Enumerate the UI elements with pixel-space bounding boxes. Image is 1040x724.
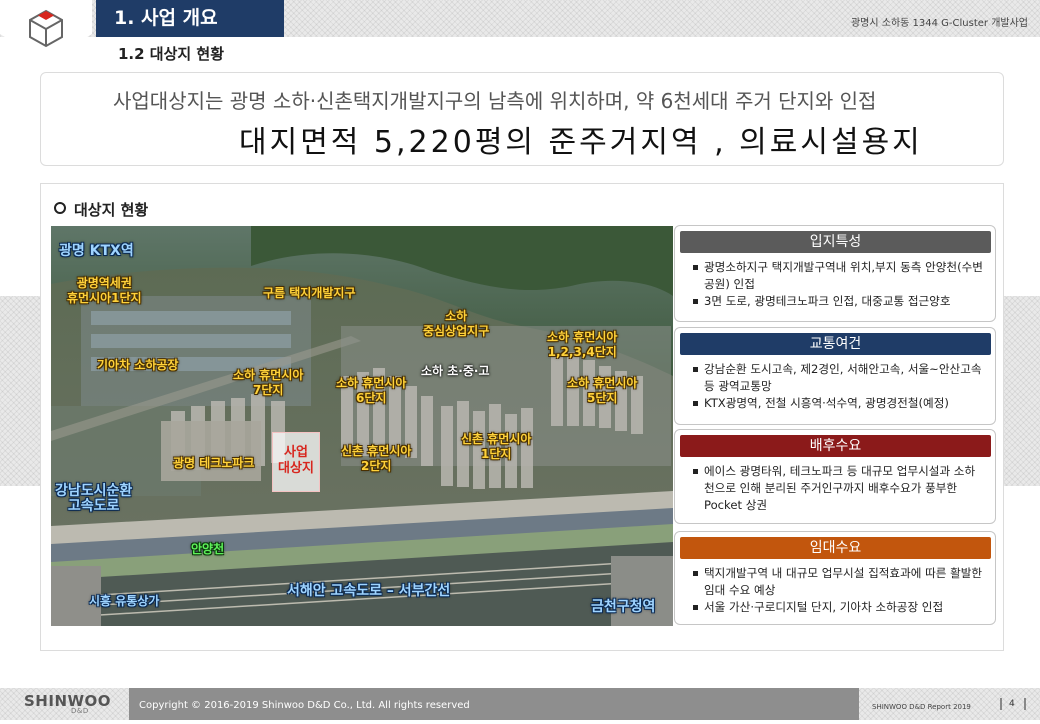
label-soha-center: 소하 중심상업지구 (423, 309, 489, 339)
panel-title: 대상지 현황 (54, 199, 148, 220)
label-west-coast-expressway: 서해안 고속도로 – 서부간선 (287, 583, 451, 599)
section-title: 1. 사업 개요 (96, 0, 284, 37)
label-line: 5단지 (586, 391, 618, 405)
summary-box: 사업대상지는 광명 소하·신촌택지개발지구의 남측에 위치하며, 약 6천세대 … (40, 72, 1004, 166)
label-line: 휴먼시아1단지 (67, 291, 142, 305)
label-schools: 소하 초·중·고 (421, 364, 490, 378)
label-soha-6: 소하 휴먼시아 6단지 (336, 376, 406, 406)
label-kia-plant: 기아차 소하공장 (97, 358, 179, 372)
label-line: 신촌 휴먼시아 (341, 444, 412, 458)
aerial-photo-illustration (51, 226, 673, 626)
site-label-line: 대상지 (278, 461, 314, 476)
card-list: 택지개발구역 내 대규모 업무시설 집적효과에 따른 활발한 임대 수요 예상 … (675, 565, 995, 616)
label-soha-5: 소하 휴먼시아 5단지 (567, 376, 637, 406)
report-name: SHINWOO D&D Report 2019 (872, 703, 971, 711)
list-item: 3면 도로, 광명테크노파크 인접, 대중교통 접근양호 (693, 293, 985, 310)
card-list: 에이스 광명타워, 테크노파크 등 대규모 업무시설과 소하천으로 인해 분리된… (675, 463, 995, 514)
label-anyang-stream: 안양천 (191, 542, 225, 556)
cube-logo-icon (29, 9, 63, 48)
label-line: 신촌 휴먼시아 (461, 432, 532, 446)
footer-logo: SHINWOO D&D (24, 692, 112, 715)
card-header: 입지특성 (680, 231, 991, 253)
circle-bullet-icon (54, 202, 66, 214)
label-line: 소하 휴먼시아 (233, 368, 304, 382)
page-number: 4 (1009, 699, 1015, 709)
list-item: KTX광명역, 전철 시흥역·석수역, 광명경전철(예정) (693, 395, 985, 412)
label-soha-7: 소하 휴먼시아 7단지 (233, 368, 303, 398)
label-line: 강남도시순환 (55, 483, 133, 499)
card-demand: 배후수요 에이스 광명타워, 테크노파크 등 대규모 업무시설과 소하천으로 인… (674, 429, 996, 524)
list-item: 택지개발구역 내 대규모 업무시설 집적효과에 따른 활발한 임대 수요 예상 (693, 565, 985, 599)
label-line: 소하 (445, 309, 468, 323)
label-sinchon-1: 신촌 휴먼시아 1단지 (461, 432, 531, 462)
subsection-title: 1.2 대상지 현황 (118, 45, 225, 63)
label-line: 소하 휴먼시아 (567, 376, 638, 390)
card-list: 광명소하지구 택지개발구역내 위치,부지 동측 안양천(수변공원) 인접 3면 … (675, 259, 995, 310)
summary-line-2: 대지면적 5,220평의 준주거지역 , 의료시설용지 (239, 125, 923, 160)
card-header: 임대수요 (680, 537, 991, 559)
footer-logo-sub: D&D (71, 707, 89, 715)
list-item: 광명소하지구 택지개발구역내 위치,부지 동측 안양천(수변공원) 인접 (693, 259, 985, 293)
label-techno-park: 광명 테크노파크 (173, 456, 255, 470)
site-label-line: 사업 (284, 445, 308, 460)
label-soha-1234: 소하 휴먼시아 1,2,3,4단지 (547, 330, 617, 360)
label-line: 1단지 (480, 447, 512, 461)
label-line: 6단지 (355, 391, 387, 405)
card-header: 교통여건 (680, 333, 991, 355)
list-item: 서울 가산·구로디지털 단지, 기아차 소하공장 인접 (693, 599, 985, 616)
aerial-photo: 광명 KTX역 광명역세권 휴먼시아1단지 구름 택지개발지구 기아차 소하공장 … (51, 226, 673, 626)
label-line: 1,2,3,4단지 (547, 345, 617, 359)
card-list: 강남순환 도시고속, 제2경인, 서해안고속, 서울~안산고속 등 광역교통망 … (675, 361, 995, 412)
label-sinchon-2: 신촌 휴먼시아 2단지 (341, 444, 411, 474)
summary-line-1: 사업대상지는 광명 소하·신촌택지개발지구의 남측에 위치하며, 약 6천세대 … (113, 89, 877, 113)
page-divider (1000, 698, 1002, 710)
label-line: 소하 휴먼시아 (547, 330, 618, 344)
project-name: 광명시 소하동 1344 G-Cluster 개발사업 (850, 18, 1028, 29)
card-rental: 임대수요 택지개발구역 내 대규모 업무시설 집적효과에 따른 활발한 임대 수… (674, 531, 996, 625)
label-line: 광명역세권 (76, 276, 132, 290)
label-line: 소하 휴먼시아 (336, 376, 407, 390)
label-gangnam-expressway: 강남도시순환 고속도로 (55, 484, 132, 514)
label-geumcheon-station: 금천구청역 (591, 599, 656, 615)
label-siheung-mall: 시흥 유통상가 (89, 594, 160, 608)
card-header: 배후수요 (680, 435, 991, 457)
panel-title-text: 대상지 현황 (74, 201, 149, 219)
label-ktx-station: 광명 KTX역 (59, 243, 134, 259)
label-line: 중심상업지구 (423, 324, 490, 338)
label-line: 7단지 (252, 383, 284, 397)
label-line: 고속도로 (67, 498, 120, 514)
page-divider (1024, 698, 1026, 710)
list-item: 강남순환 도시고속, 제2경인, 서해안고속, 서울~안산고속 등 광역교통망 (693, 361, 985, 395)
card-location: 입지특성 광명소하지구 택지개발구역내 위치,부지 동측 안양천(수변공원) 인… (674, 225, 996, 322)
label-line: 2단지 (360, 459, 392, 473)
list-item: 에이스 광명타워, 테크노파크 등 대규모 업무시설과 소하천으로 인해 분리된… (693, 463, 985, 514)
footer-logo-text: SHINWOO (24, 692, 112, 710)
label-guream: 구름 택지개발지구 (263, 286, 356, 300)
label-station-area: 광명역세권 휴먼시아1단지 (67, 276, 142, 306)
copyright-bar: Copyright © 2016-2019 Shinwoo D&D Co., L… (129, 688, 859, 720)
company-logo (0, 0, 92, 62)
card-transport: 교통여건 강남순환 도시고속, 제2경인, 서해안고속, 서울~안산고속 등 광… (674, 327, 996, 425)
project-site-marker: 사업 대상지 (272, 432, 320, 492)
